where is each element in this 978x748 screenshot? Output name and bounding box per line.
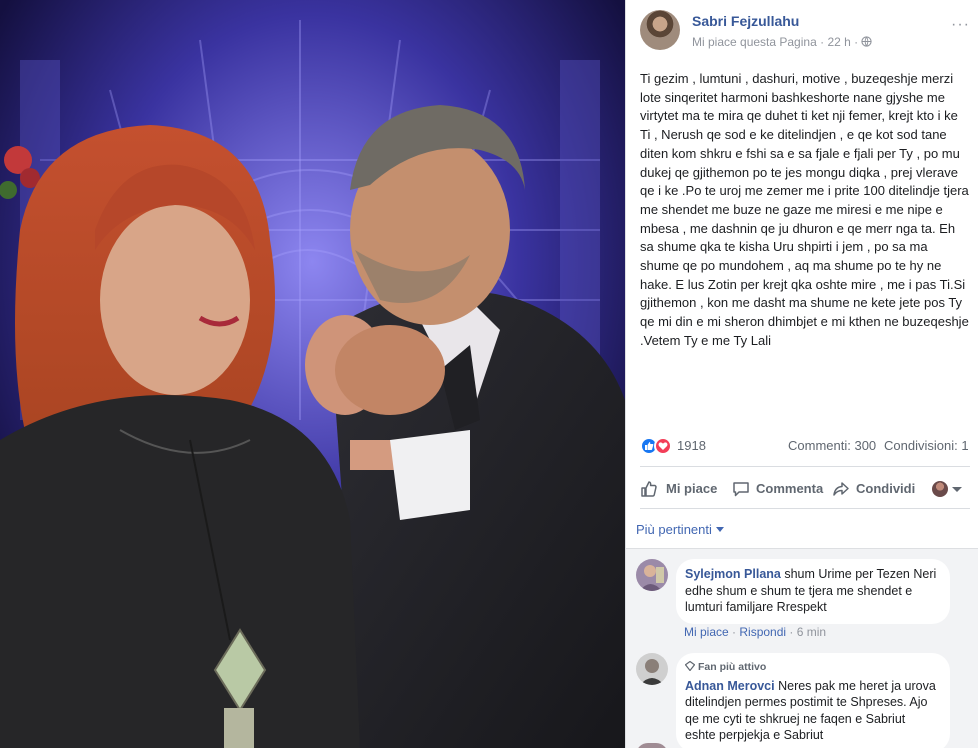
post-timestamp[interactable]: 22 h — [827, 35, 850, 49]
post-header: Sabri Fejzullahu Mi piace questa Pagina … — [640, 10, 970, 52]
comment-icon — [733, 482, 749, 497]
meta-separator: · — [820, 35, 825, 49]
divider — [640, 466, 970, 467]
comment-author[interactable]: Sylejmon Pllana — [685, 567, 781, 581]
commenter-avatar[interactable] — [636, 653, 668, 685]
like-label: Mi piace — [666, 481, 718, 496]
comment-bubble: Sylejmon Pllana shum Urime per Tezen Ner… — [676, 559, 950, 624]
post-meta: Mi piace questa Pagina · 22 h · — [692, 35, 873, 49]
caret-down-icon — [952, 487, 962, 492]
comments-count[interactable]: Commenti: 300 — [788, 438, 876, 453]
comment-like-link[interactable]: Mi piace — [684, 625, 729, 639]
meta-separator: · — [732, 625, 737, 639]
reaction-icons[interactable] — [640, 437, 676, 455]
thumbs-up-icon — [641, 481, 657, 497]
comment-sort-label: Più pertinenti — [636, 522, 712, 537]
fan-badge-label: Fan più attivo — [698, 661, 767, 673]
fan-badge: Fan più attivo — [684, 659, 938, 676]
post-text: Ti gezim , lumtuni , dashuri, motive , b… — [640, 71, 969, 348]
page-name-link[interactable]: Sabri Fejzullahu — [692, 13, 799, 29]
comment-bubble: Fan più attivo Adnan Merovci Neres pak m… — [676, 653, 950, 748]
caret-down-icon — [715, 527, 724, 532]
reactions-bar: 1918 Commenti: 300 Condivisioni: 1 — [640, 436, 970, 456]
page-avatar[interactable] — [640, 10, 680, 50]
like-page-link[interactable]: Mi piace questa Pagina — [692, 35, 817, 49]
comment-button[interactable]: Commenta — [732, 478, 827, 500]
audience-avatar — [932, 481, 948, 497]
post-side-panel: Sabri Fejzullahu Mi piace questa Pagina … — [625, 0, 978, 748]
meta-separator: · — [789, 625, 794, 639]
heart-icon — [654, 437, 672, 455]
share-icon — [833, 482, 849, 496]
shares-count[interactable]: Condivisioni: 1 — [884, 438, 969, 453]
globe-icon[interactable] — [861, 36, 873, 47]
meta-separator-2: · — [854, 35, 859, 49]
audience-selector[interactable] — [932, 478, 972, 500]
comment-time[interactable]: 6 min — [797, 625, 826, 639]
fan-badge-icon — [684, 660, 696, 672]
commenter-avatar[interactable] — [636, 559, 668, 591]
comment-sort-dropdown[interactable]: Più pertinenti — [636, 522, 724, 537]
comments-section: Sylejmon Pllana shum Urime per Tezen Ner… — [626, 548, 978, 748]
comment-label: Commenta — [756, 481, 824, 496]
post-actions: Mi piace Commenta Condividi — [640, 474, 970, 504]
more-options-button[interactable]: ··· — [951, 16, 970, 34]
comment-actions: Mi piace · Rispondi · 6 min — [684, 625, 826, 639]
divider-2 — [640, 508, 970, 509]
post-photo[interactable] — [0, 0, 625, 748]
comment-author[interactable]: Adnan Merovci — [685, 679, 775, 693]
comment-reply-link[interactable]: Rispondi — [739, 625, 786, 639]
photo-scene — [0, 0, 625, 748]
like-button[interactable]: Mi piace — [640, 478, 720, 500]
share-button[interactable]: Condividi — [832, 478, 924, 500]
next-commenter-avatar[interactable] — [636, 743, 668, 748]
reaction-count[interactable]: 1918 — [677, 438, 706, 453]
share-label: Condividi — [856, 481, 916, 496]
